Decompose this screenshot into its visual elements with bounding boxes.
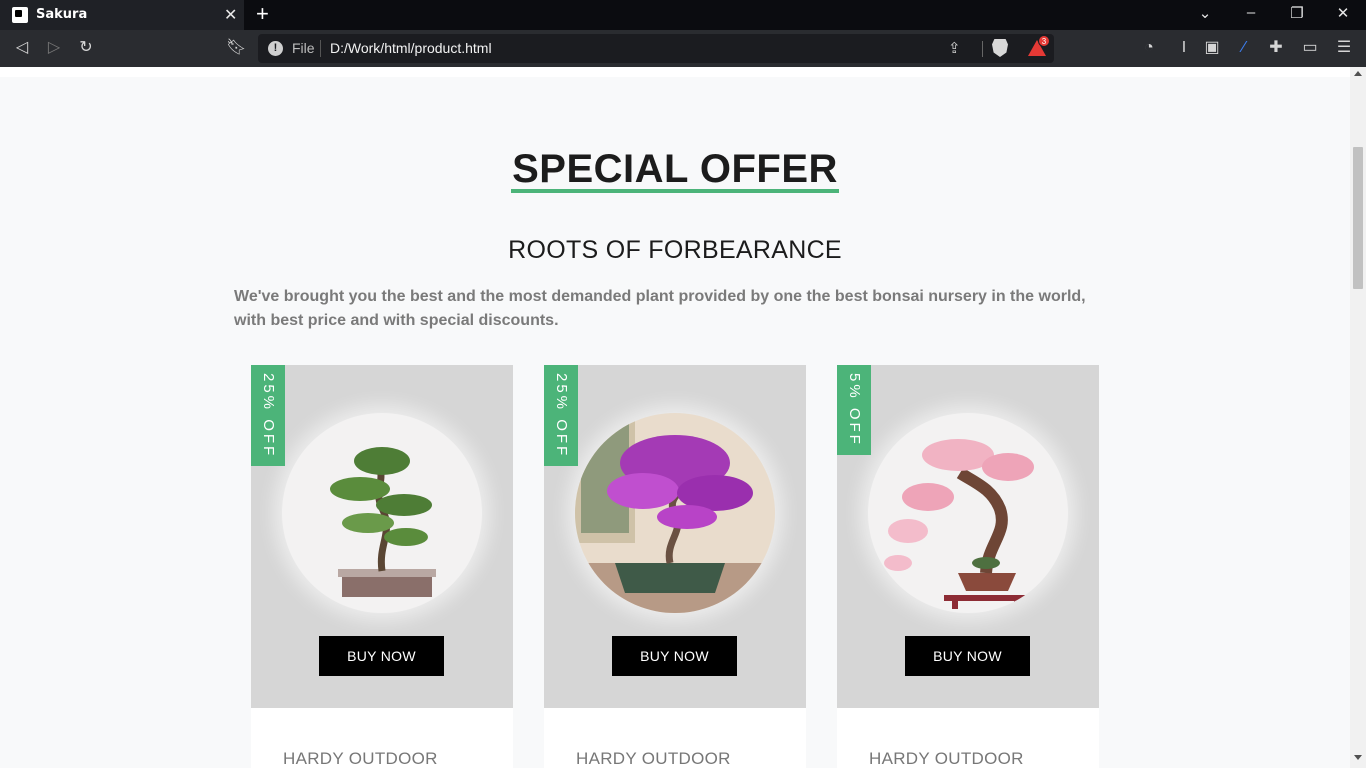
header-edge [0, 67, 1350, 77]
product-image [868, 413, 1068, 613]
reload-icon[interactable]: ↻ [76, 38, 96, 58]
buy-now-button[interactable]: BUY NOW [319, 636, 444, 676]
text-cursor-icon[interactable]: I [1174, 38, 1194, 58]
url-text[interactable]: D:/Work/html/product.html [330, 40, 492, 56]
discount-badge: 25% OFF [251, 365, 285, 467]
rewards-count-badge: 3 [1038, 35, 1050, 47]
tab-strip: Sakura ✕ + ⌄ – ❐ ✕ [0, 0, 1366, 30]
extensions-puzzle-icon[interactable]: ✚ [1266, 38, 1286, 58]
restore-icon[interactable]: ❐ [1285, 4, 1309, 22]
url-scheme: File [292, 40, 315, 56]
menu-icon[interactable]: ☰ [1334, 38, 1354, 58]
page-scrollbar[interactable] [1350, 67, 1366, 768]
product-card-image-area: 5% OFF BUY NOW [837, 365, 1099, 708]
close-window-icon[interactable]: ✕ [1331, 4, 1355, 22]
section-title: SPECIAL OFFER [511, 147, 839, 193]
product-image [575, 413, 775, 613]
brave-shields-icon[interactable] [992, 39, 1008, 57]
url-divider [982, 41, 983, 57]
address-bar[interactable]: ! File D:/Work/html/product.html ⇪ 3 [258, 34, 1054, 63]
product-card: 5% OFF BUY NOW HARDY OUTDOOR [837, 365, 1099, 768]
minimize-icon[interactable]: – [1239, 4, 1263, 21]
page-viewport: SPECIAL OFFER ROOTS OF FORBEARANCE We've… [0, 67, 1350, 768]
scroll-up-icon[interactable] [1354, 71, 1362, 76]
tab-search-chevron-icon[interactable]: ⌄ [1193, 4, 1217, 22]
scroll-down-icon[interactable] [1354, 755, 1362, 760]
feather-extension-icon[interactable]: ⁄ [1234, 38, 1254, 58]
buy-now-button[interactable]: BUY NOW [612, 636, 737, 676]
wallet-icon[interactable]: ▭ [1300, 38, 1320, 58]
section-subtitle: ROOTS OF FORBEARANCE [508, 236, 842, 264]
buy-now-button[interactable]: BUY NOW [905, 636, 1030, 676]
close-tab-icon[interactable]: ✕ [224, 5, 237, 25]
tab-title: Sakura [36, 7, 88, 22]
url-separator [320, 40, 321, 57]
discount-badge: 25% OFF [544, 365, 578, 467]
browser-tab[interactable]: Sakura ✕ [0, 0, 244, 30]
site-favicon-icon [12, 7, 28, 23]
product-category: HARDY OUTDOOR [283, 749, 438, 768]
product-category: HARDY OUTDOOR [869, 749, 1024, 768]
product-card: 25% OFF BUY NOW HARDY OUTDOOR [544, 365, 806, 768]
product-card: 25% OFF BUY NOW HARDY OUTDOOR [251, 365, 513, 768]
share-icon[interactable]: ⇪ [948, 39, 961, 57]
bookmark-icon[interactable]: 🔖︎ [226, 38, 246, 58]
back-icon[interactable]: ◁ [12, 38, 32, 58]
product-category: HARDY OUTDOOR [576, 749, 731, 768]
extension-icon[interactable]: ◔ [1139, 38, 1159, 58]
product-card-image-area: 25% OFF BUY NOW [544, 365, 806, 708]
browser-toolbar: ◁ ▷ ↻ 🔖︎ ! File D:/Work/html/product.htm… [0, 30, 1366, 67]
sidebar-icon[interactable]: ▣ [1202, 38, 1222, 58]
scroll-thumb[interactable] [1353, 147, 1363, 289]
section-description: We've brought you the best and the most … [234, 288, 1086, 329]
product-image [282, 413, 482, 613]
new-tab-icon[interactable]: + [256, 1, 269, 27]
site-info-icon[interactable]: ! [268, 41, 283, 56]
discount-badge: 5% OFF [837, 365, 871, 455]
product-card-image-area: 25% OFF BUY NOW [251, 365, 513, 708]
forward-icon[interactable]: ▷ [44, 38, 64, 58]
